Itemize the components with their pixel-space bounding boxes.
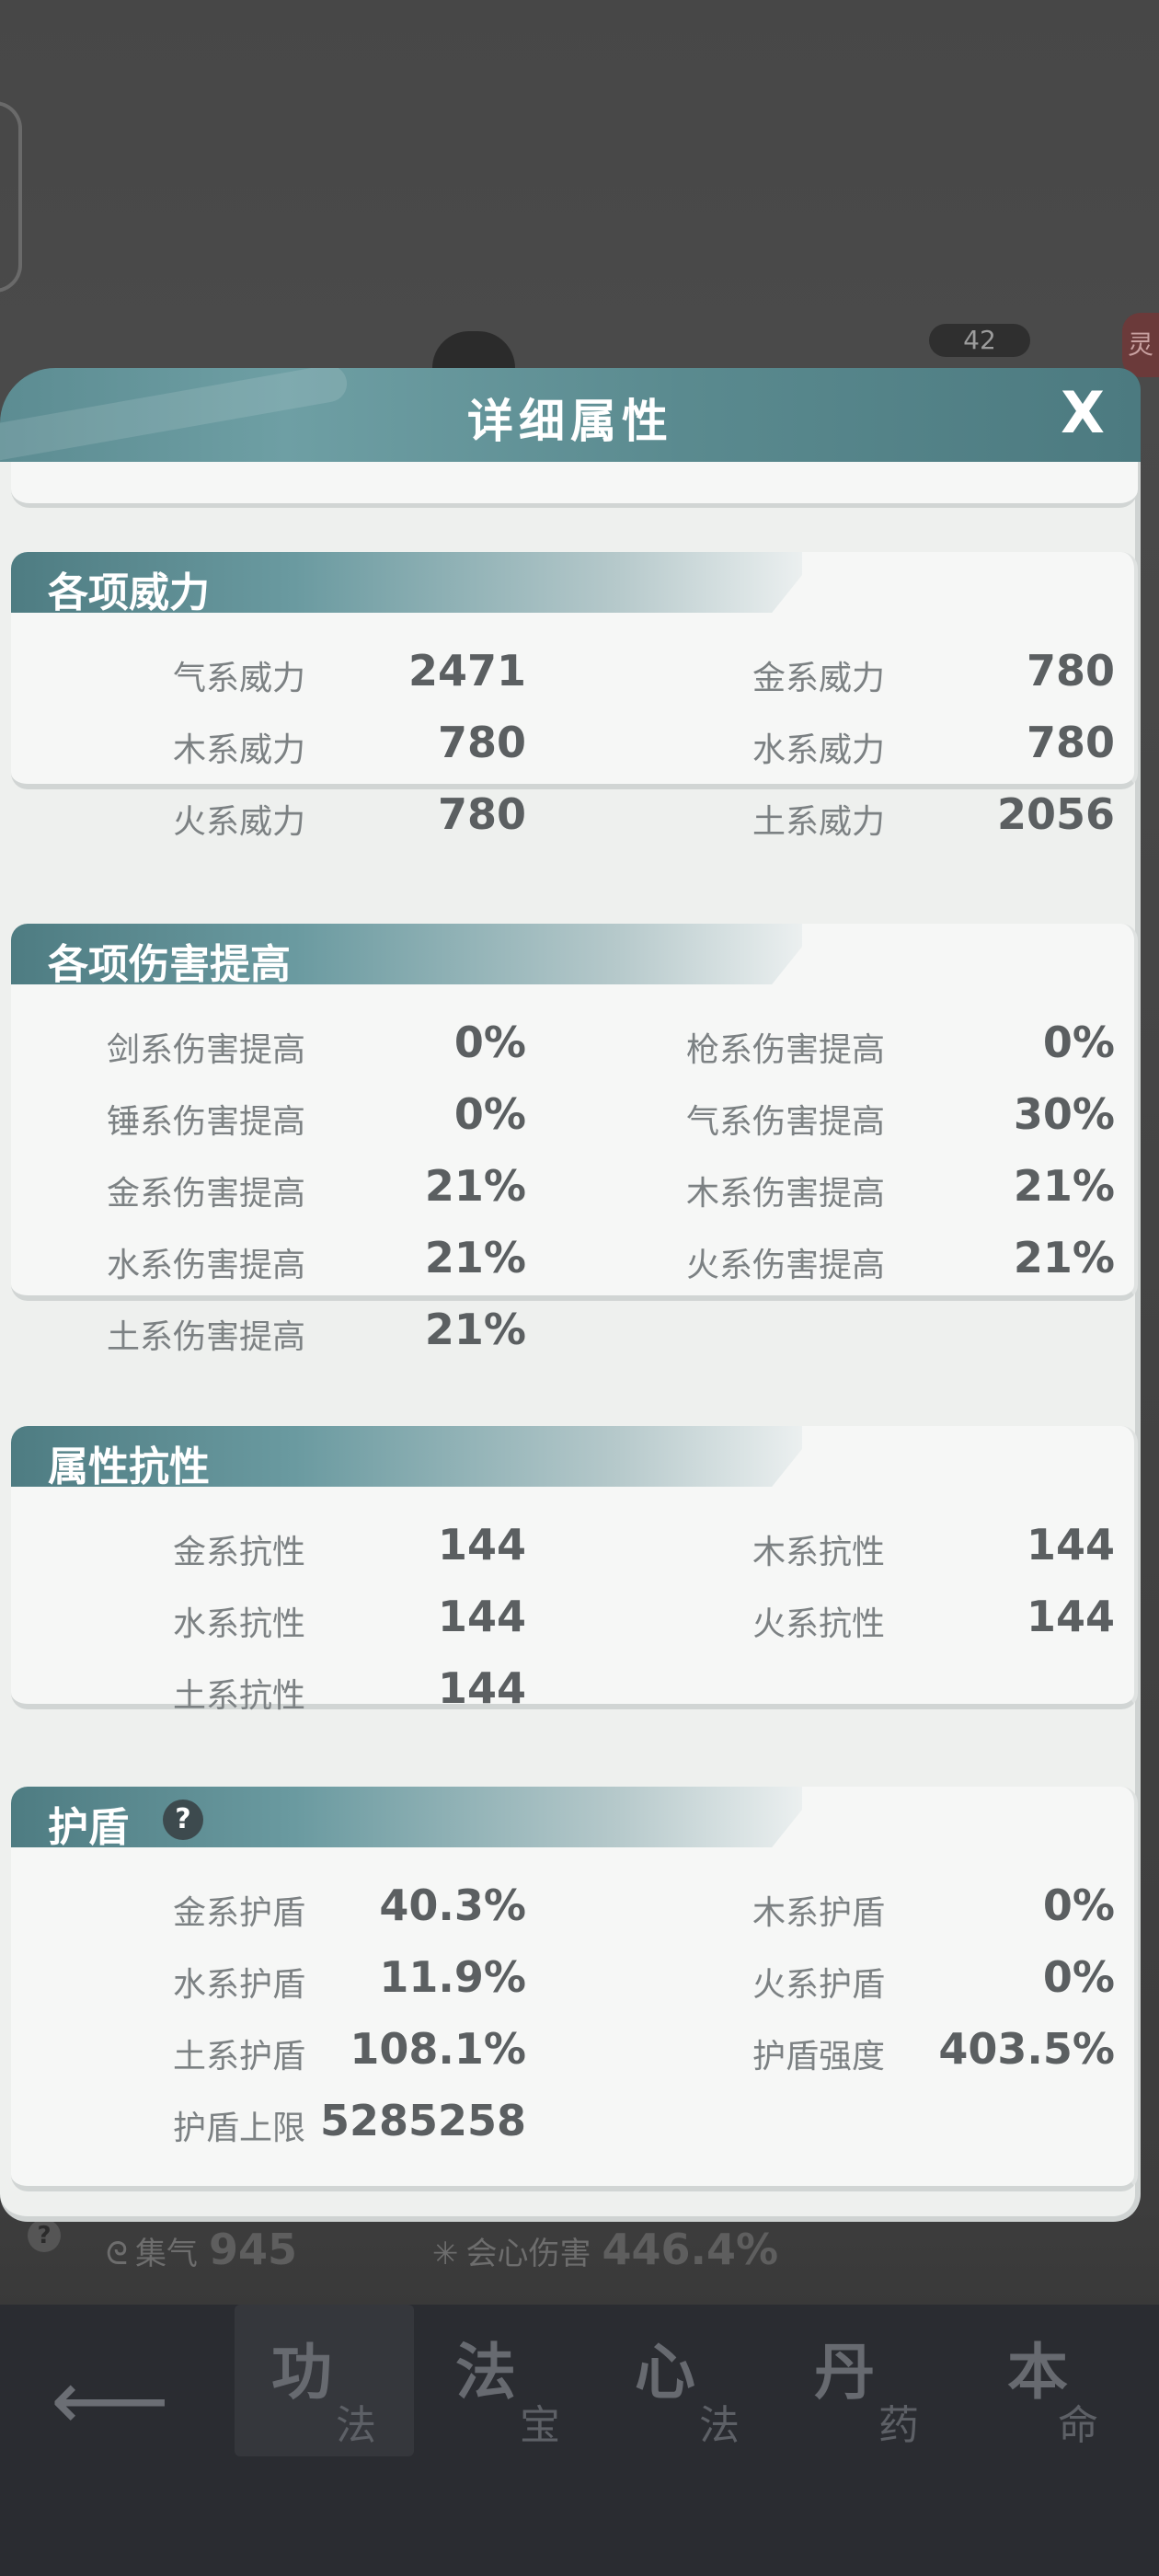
stat-row-item: 水系伤害提高 21%	[106, 1233, 526, 1284]
stat-row-item: 金系伤害提高 21%	[106, 1161, 526, 1213]
panel-title: 详细属性	[467, 395, 673, 448]
stat-row-item: 护盾上限 5285258	[172, 2096, 526, 2147]
stat-row-item: 火系伤害提高 21%	[685, 1233, 1115, 1284]
level-badge: 42	[929, 324, 1030, 357]
background-stats-row: ? ᘓ 集气 945 ✳ 会心伤害 446.4%	[0, 2208, 1159, 2309]
side-frame-decoration	[0, 101, 22, 293]
stat-row-item: 护盾强度 403.5%	[752, 2024, 1115, 2076]
bottom-navigation: ⟵ 功 法 法 宝 心 法 丹 药 本 命	[0, 2305, 1159, 2576]
section-damage-boost: 各项伤害提高 剑系伤害提高 0% 枪系伤害提高 0% 锤系伤害提高 0% 气系伤…	[11, 924, 1138, 1301]
stat-row-item: 木系护盾 0%	[752, 1880, 1115, 1932]
stat-row-item: 气系威力 2471	[172, 646, 526, 697]
sparkle-icon: ✳	[432, 2236, 459, 2272]
panel-header: 详细属性 X	[0, 368, 1141, 462]
section-header: 护盾 ?	[11, 1787, 802, 1847]
stat-row-item: 锤系伤害提高 0%	[106, 1089, 526, 1141]
background-stat-crit-damage: ✳ 会心伤害 446.4%	[432, 2225, 779, 2274]
stat-row-item: 金系抗性 144	[172, 1520, 526, 1571]
section-title: 属性抗性	[48, 1443, 210, 1487]
tab-gongfa[interactable]: 功 法	[235, 2305, 414, 2456]
stat-row-item: 土系护盾 108.1%	[172, 2024, 526, 2076]
stat-row-item: 土系伤害提高 21%	[106, 1305, 526, 1356]
stat-row-item: 水系威力 780	[752, 718, 1115, 769]
tab-xinfa[interactable]: 心 法	[598, 2305, 777, 2456]
section-resistance: 属性抗性 金系抗性 144 木系抗性 144 水系抗性 144 火系抗性 144…	[11, 1426, 1138, 1715]
help-icon[interactable]: ?	[28, 2219, 61, 2252]
stat-row-item: 金系威力 780	[752, 646, 1115, 697]
section-shield: 护盾 ? 金系护盾 40.3% 木系护盾 0% 水系护盾 11.9% 火系护盾 …	[11, 1787, 1138, 2191]
close-button[interactable]: X	[1050, 381, 1115, 445]
section-title: 各项威力	[48, 569, 210, 613]
tab-danyao[interactable]: 丹 药	[777, 2305, 957, 2456]
stat-row-item: 木系威力 780	[172, 718, 526, 769]
section-header: 属性抗性	[11, 1426, 802, 1487]
stat-row-item: 土系抗性 144	[172, 1663, 526, 1715]
panel-body[interactable]: 各项威力 气系威力 2471 金系威力 780 木系威力 780 水系威力 78…	[0, 462, 1141, 2222]
stat-row-item: 金系护盾 40.3%	[172, 1880, 526, 1932]
tab-fabao[interactable]: 法 宝	[419, 2305, 598, 2456]
tab-benming[interactable]: 本 命	[966, 2305, 1145, 2456]
section-power: 各项威力 气系威力 2471 金系威力 780 木系威力 780 水系威力 78…	[11, 552, 1138, 789]
stat-row-item: 水系护盾 11.9%	[172, 1952, 526, 2004]
stat-row-item: 木系抗性 144	[752, 1520, 1115, 1571]
previous-section-edge	[11, 462, 1138, 508]
swirl-icon: ᘓ	[106, 2236, 128, 2272]
section-title: 各项伤害提高	[48, 941, 291, 984]
stat-row-item: 土系威力 2056	[752, 789, 1115, 841]
stat-row-item: 木系伤害提高 21%	[685, 1161, 1115, 1213]
stat-row-item: 水系抗性 144	[172, 1592, 526, 1643]
stat-row-item: 火系护盾 0%	[752, 1952, 1115, 2004]
stat-row-item: 剑系伤害提高 0%	[106, 1018, 526, 1069]
stat-row-item: 气系伤害提高 30%	[685, 1089, 1115, 1141]
help-icon[interactable]: ?	[163, 1800, 203, 1840]
stat-row-item: 火系威力 780	[172, 789, 526, 841]
section-title: 护盾	[48, 1804, 129, 1847]
section-header: 各项威力	[11, 552, 802, 613]
section-header: 各项伤害提高	[11, 924, 802, 984]
background-stat-qi: ᘓ 集气 945	[106, 2225, 297, 2274]
stat-row-item: 火系抗性 144	[752, 1592, 1115, 1643]
stat-row-item: 枪系伤害提高 0%	[685, 1018, 1115, 1069]
back-arrow-icon[interactable]: ⟵	[51, 2360, 169, 2443]
detail-attributes-panel: 详细属性 X 各项威力 气系威力 2471 金系威力 780 木系威力 780	[0, 368, 1141, 2222]
